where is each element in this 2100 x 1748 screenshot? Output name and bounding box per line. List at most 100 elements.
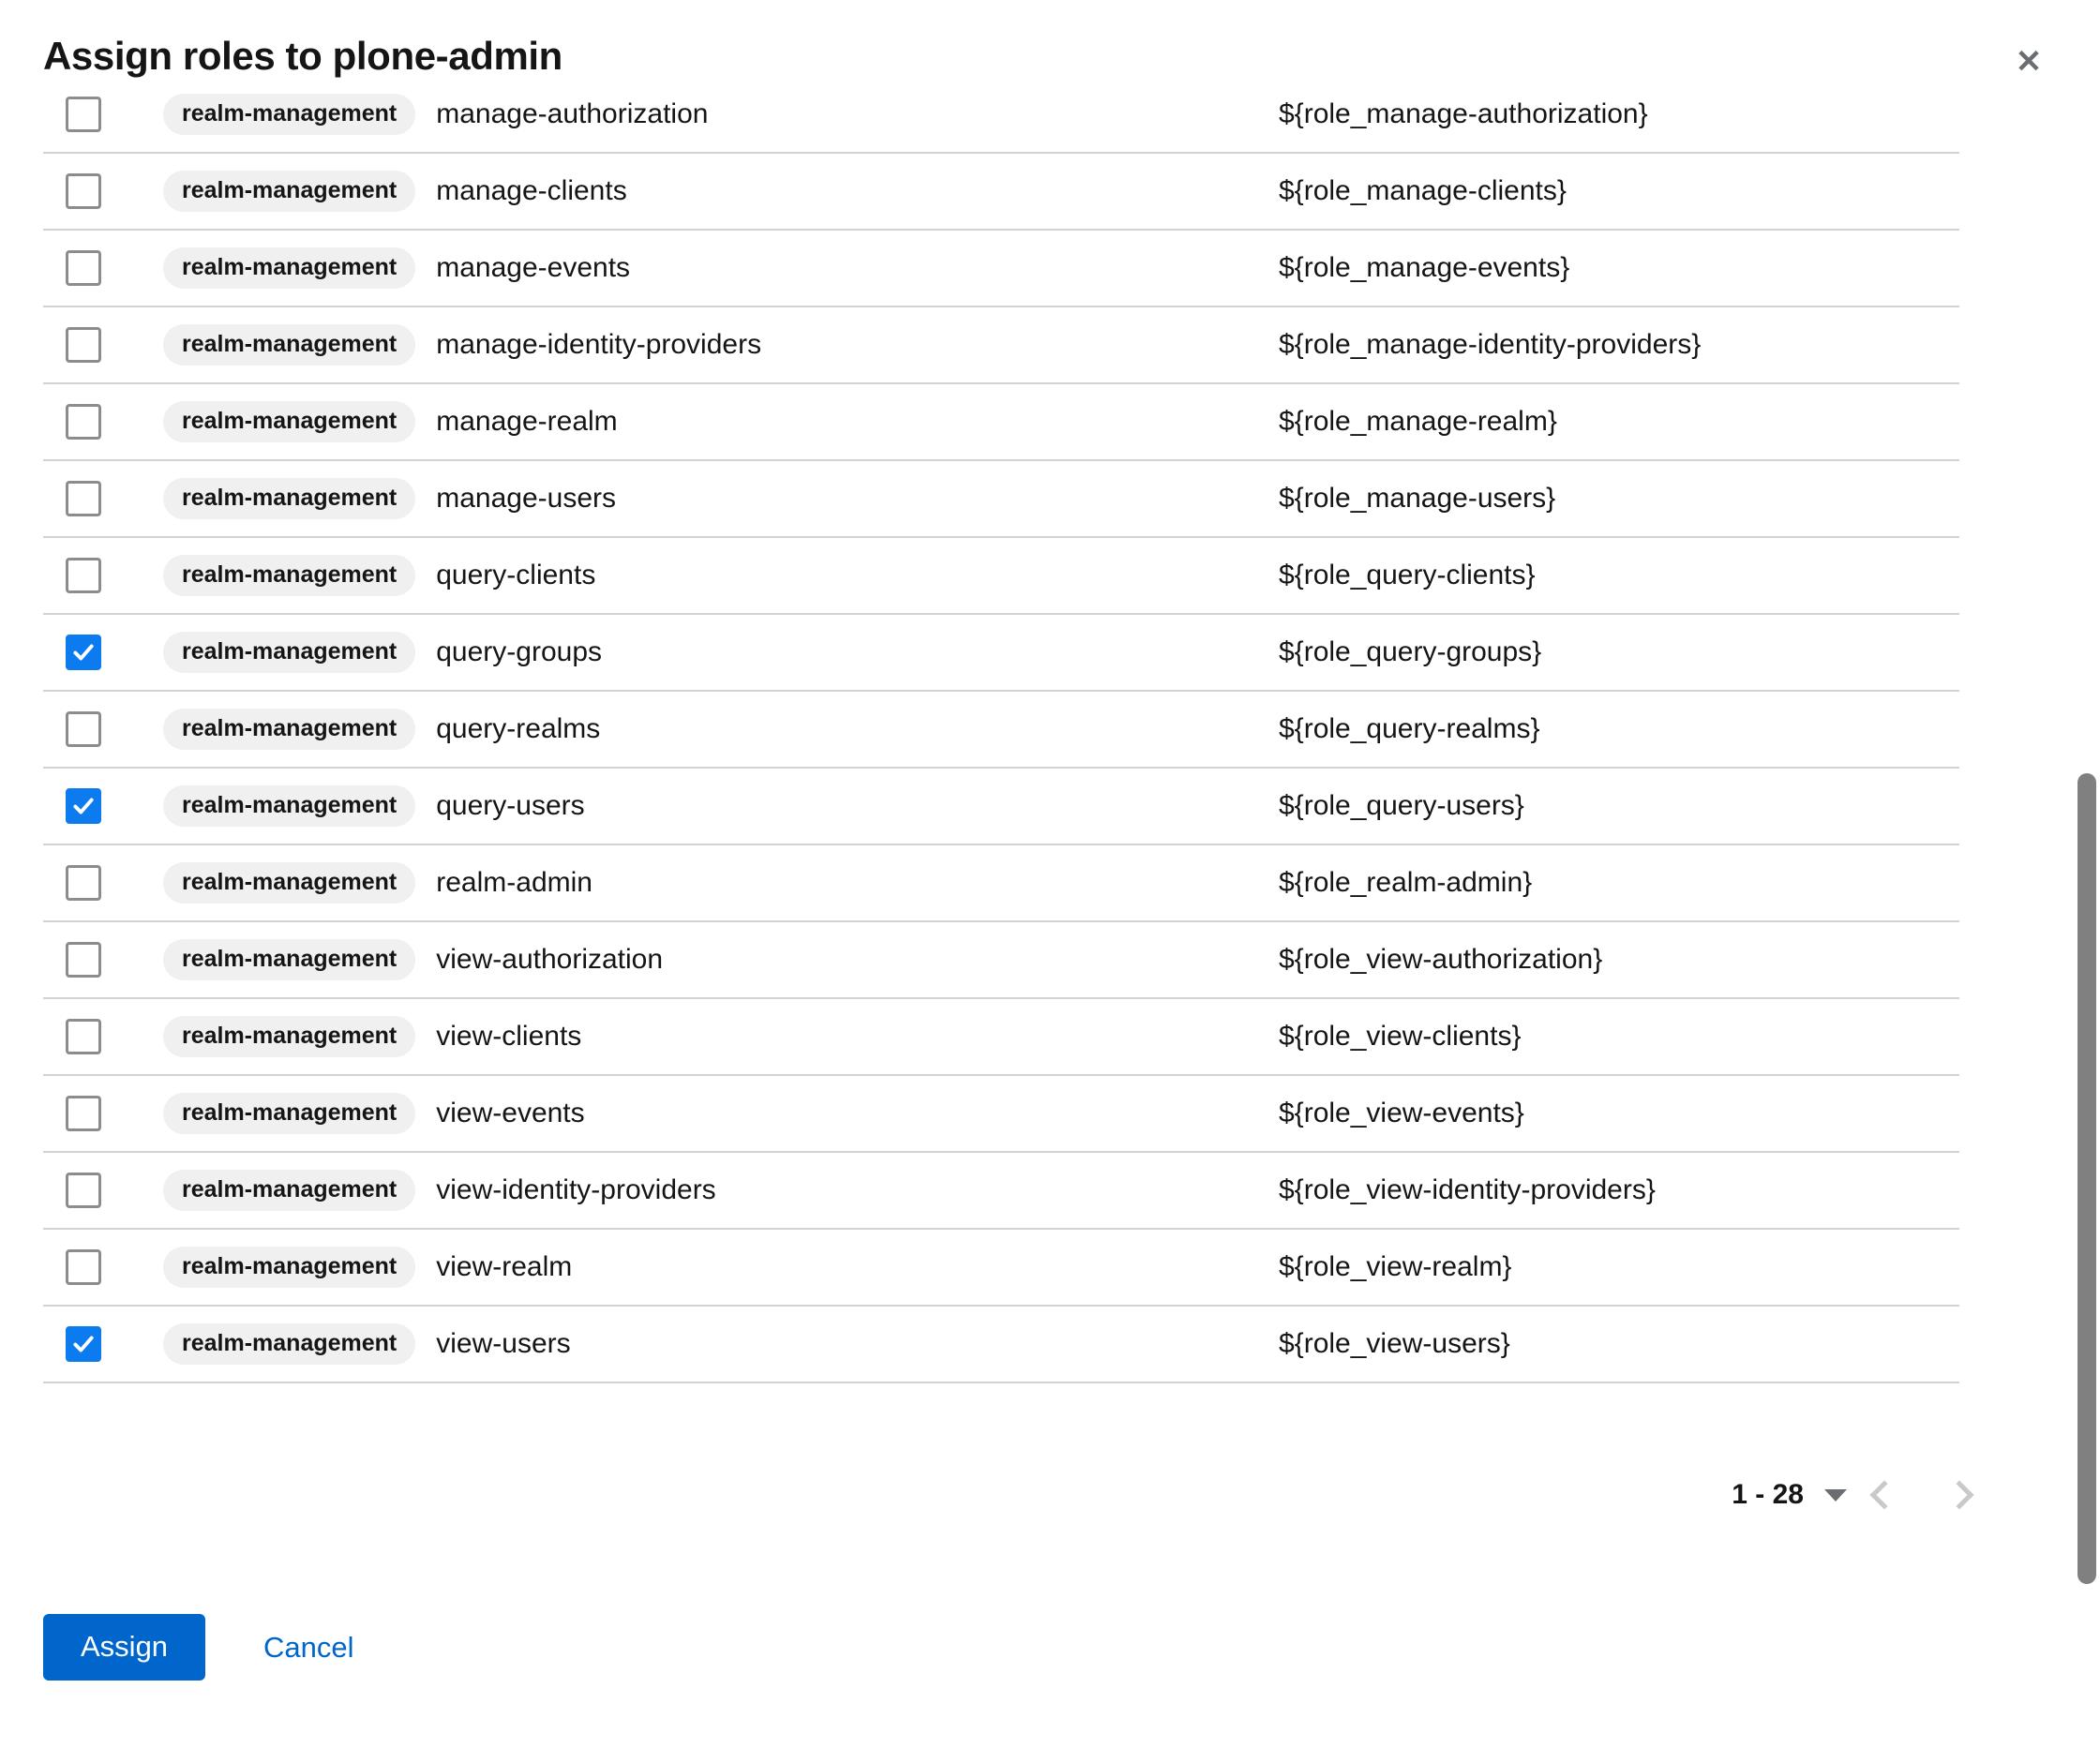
role-name-cell: realm-management manage-events: [116, 247, 1279, 290]
role-description: ${role_view-clients}: [1279, 1021, 1522, 1052]
table-row[interactable]: realm-management view-identity-providers $…: [43, 1153, 1959, 1230]
row-checkbox-cell: [43, 1096, 116, 1131]
chevron-left-icon: [1869, 1480, 1899, 1510]
table-row[interactable]: realm-management view-clients ${role_view-…: [43, 999, 1959, 1076]
row-checkbox-cell: [43, 788, 116, 824]
role-name-cell: realm-management view-users: [116, 1322, 1279, 1366]
row-checkbox-cell: [43, 481, 116, 516]
role-name-cell: realm-management query-users: [116, 784, 1279, 828]
row-checkbox-cell: [43, 173, 116, 209]
role-name: view-realm: [436, 1251, 573, 1282]
row-checkbox[interactable]: [66, 865, 101, 901]
row-checkbox[interactable]: [66, 1326, 101, 1362]
row-checkbox[interactable]: [66, 173, 101, 209]
row-checkbox[interactable]: [66, 1019, 101, 1054]
check-icon: [73, 644, 94, 661]
pagination-per-page-toggle[interactable]: [1804, 1488, 1847, 1501]
row-checkbox[interactable]: [66, 404, 101, 440]
table-row[interactable]: realm-management manage-identity-provider…: [43, 307, 1959, 384]
row-checkbox[interactable]: [66, 558, 101, 593]
client-badge: realm-management: [163, 1092, 416, 1135]
role-description: ${role_manage-clients}: [1279, 175, 1567, 206]
table-row[interactable]: realm-management manage-authorization ${ro…: [43, 77, 1959, 154]
assign-button[interactable]: Assign: [43, 1614, 206, 1681]
table-row[interactable]: realm-management manage-events ${role_mana…: [43, 231, 1959, 307]
client-badge: realm-management: [163, 400, 416, 443]
check-icon: [73, 798, 94, 814]
row-checkbox[interactable]: [66, 1173, 101, 1208]
row-checkbox[interactable]: [66, 788, 101, 824]
client-badge: realm-management: [163, 477, 416, 520]
role-description: ${role_manage-users}: [1279, 483, 1556, 514]
pagination-range-label: 1 - 28: [1732, 1479, 1804, 1510]
table-row[interactable]: realm-management view-authorization ${role…: [43, 922, 1959, 999]
role-name: manage-users: [436, 483, 617, 514]
row-checkbox-cell: [43, 558, 116, 593]
row-checkbox[interactable]: [66, 1096, 101, 1131]
chevron-right-icon: [1944, 1480, 1974, 1510]
roles-table: realm-management manage-authorization ${ro…: [43, 77, 1959, 1383]
client-badge: realm-management: [163, 554, 416, 597]
row-checkbox[interactable]: [66, 97, 101, 132]
table-row[interactable]: realm-management query-realms ${role_query…: [43, 692, 1959, 769]
row-checkbox-cell: [43, 1326, 116, 1362]
page-title: Assign roles to plone-admin: [43, 34, 562, 78]
table-row[interactable]: realm-management view-events ${role_view-e…: [43, 1076, 1959, 1153]
client-badge: realm-management: [163, 170, 416, 213]
table-row[interactable]: realm-management query-users ${role_query-…: [43, 769, 1959, 845]
role-name: view-clients: [436, 1021, 582, 1052]
client-badge: realm-management: [163, 708, 416, 751]
row-checkbox[interactable]: [66, 635, 101, 670]
role-description: ${role_view-realm}: [1279, 1251, 1512, 1282]
role-name-cell: realm-management view-authorization: [116, 938, 1279, 981]
table-row[interactable]: realm-management query-clients ${role_quer…: [43, 538, 1959, 615]
pagination-prev-button[interactable]: [1847, 1462, 1922, 1528]
role-name-cell: realm-management view-realm: [116, 1246, 1279, 1289]
row-checkbox-cell: [43, 250, 116, 286]
role-name-cell: realm-management view-identity-providers: [116, 1169, 1279, 1212]
client-badge: realm-management: [163, 93, 416, 136]
dialog-footer: Assign Cancel: [43, 1614, 375, 1681]
table-row[interactable]: realm-management realm-admin ${role_realm-…: [43, 845, 1959, 922]
role-name: query-realms: [436, 713, 601, 744]
table-row[interactable]: realm-management view-users ${role_view-us…: [43, 1307, 1959, 1383]
pagination: 1 - 28: [1732, 1462, 1997, 1528]
table-row[interactable]: realm-management manage-clients ${role_man…: [43, 154, 1959, 231]
client-badge: realm-management: [163, 1246, 416, 1289]
row-checkbox-cell: [43, 635, 116, 670]
role-description: ${role_manage-identity-providers}: [1279, 329, 1702, 360]
row-checkbox-cell: [43, 1173, 116, 1208]
check-icon: [73, 1336, 94, 1352]
role-description: ${role_view-events}: [1279, 1098, 1524, 1128]
table-row[interactable]: realm-management manage-users ${role_manag…: [43, 461, 1959, 538]
role-description: ${role_query-groups}: [1279, 636, 1542, 667]
client-badge: realm-management: [163, 323, 416, 366]
row-checkbox[interactable]: [66, 327, 101, 363]
table-row[interactable]: realm-management view-realm ${role_view-re…: [43, 1230, 1959, 1307]
row-checkbox[interactable]: [66, 481, 101, 516]
role-name: view-events: [436, 1098, 585, 1128]
scrollbar-thumb[interactable]: [2078, 773, 2096, 1584]
table-row[interactable]: realm-management manage-realm ${role_manag…: [43, 384, 1959, 461]
close-icon[interactable]: ✕: [2006, 39, 2051, 84]
role-description: ${role_manage-realm}: [1279, 406, 1557, 437]
row-checkbox[interactable]: [66, 711, 101, 747]
role-name: query-groups: [436, 636, 603, 667]
client-badge: realm-management: [163, 784, 416, 828]
role-description: ${role_query-users}: [1279, 790, 1524, 821]
cancel-button[interactable]: Cancel: [243, 1615, 375, 1680]
row-checkbox-cell: [43, 865, 116, 901]
row-checkbox-cell: [43, 1249, 116, 1285]
scrollbar[interactable]: [2076, 0, 2100, 1748]
pagination-next-button[interactable]: [1922, 1462, 1997, 1528]
row-checkbox[interactable]: [66, 1249, 101, 1285]
role-name: view-users: [436, 1328, 571, 1359]
row-checkbox[interactable]: [66, 250, 101, 286]
client-badge: realm-management: [163, 631, 416, 674]
row-checkbox[interactable]: [66, 942, 101, 978]
row-checkbox-cell: [43, 404, 116, 440]
table-row[interactable]: realm-management query-groups ${role_query…: [43, 615, 1959, 692]
role-name: view-authorization: [436, 944, 664, 975]
role-name: manage-clients: [436, 175, 627, 206]
row-checkbox-cell: [43, 327, 116, 363]
